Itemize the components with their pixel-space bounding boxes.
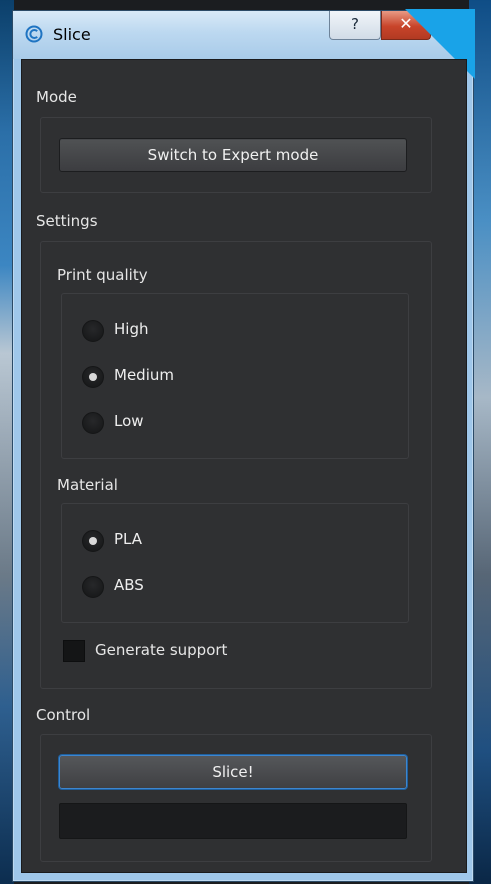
radio-high[interactable]: High <box>82 318 282 342</box>
title-bar[interactable]: Slice ? ✕ <box>13 11 473 59</box>
dialog-content: Mode Switch to Expert mode Settings Prin… <box>21 59 467 873</box>
print-quality-label: Print quality <box>57 266 148 284</box>
radio-button[interactable] <box>82 320 104 342</box>
window-title: Slice <box>53 25 91 44</box>
radio-selected-dot <box>89 373 97 381</box>
slice-window: Slice ? ✕ Mode Switch to Expert mode Set… <box>12 9 475 882</box>
material-label: Material <box>57 476 118 494</box>
radio-abs[interactable]: ABS <box>82 574 282 598</box>
generate-support-checkbox[interactable] <box>63 640 85 662</box>
radio-label: PLA <box>114 530 143 548</box>
slice-progress-bar <box>59 803 407 839</box>
radio-medium[interactable]: Medium <box>82 364 282 388</box>
radio-pla[interactable]: PLA <box>82 528 282 552</box>
material-group: PLA ABS <box>61 503 409 623</box>
radio-button[interactable] <box>82 366 104 388</box>
radio-button[interactable] <box>82 530 104 552</box>
control-group: Slice! <box>40 734 432 862</box>
app-logo-icon <box>25 25 43 43</box>
control-label: Control <box>36 706 91 724</box>
radio-label: Low <box>114 412 144 430</box>
radio-label: Medium <box>114 366 174 384</box>
mode-group: Switch to Expert mode <box>40 117 432 193</box>
radio-selected-dot <box>89 537 97 545</box>
radio-label: ABS <box>114 576 144 594</box>
settings-group: Print quality High Medium Low Material P… <box>40 241 432 689</box>
switch-to-expert-mode-button[interactable]: Switch to Expert mode <box>59 138 407 172</box>
radio-button[interactable] <box>82 412 104 434</box>
generate-support-label[interactable]: Generate support <box>95 641 227 659</box>
radio-label: High <box>114 320 149 338</box>
mode-label: Mode <box>36 88 77 106</box>
slice-button[interactable]: Slice! <box>59 755 407 789</box>
radio-low[interactable]: Low <box>82 410 282 434</box>
print-quality-group: High Medium Low <box>61 293 409 459</box>
settings-label: Settings <box>36 212 98 230</box>
radio-button[interactable] <box>82 576 104 598</box>
help-button[interactable]: ? <box>329 11 381 40</box>
